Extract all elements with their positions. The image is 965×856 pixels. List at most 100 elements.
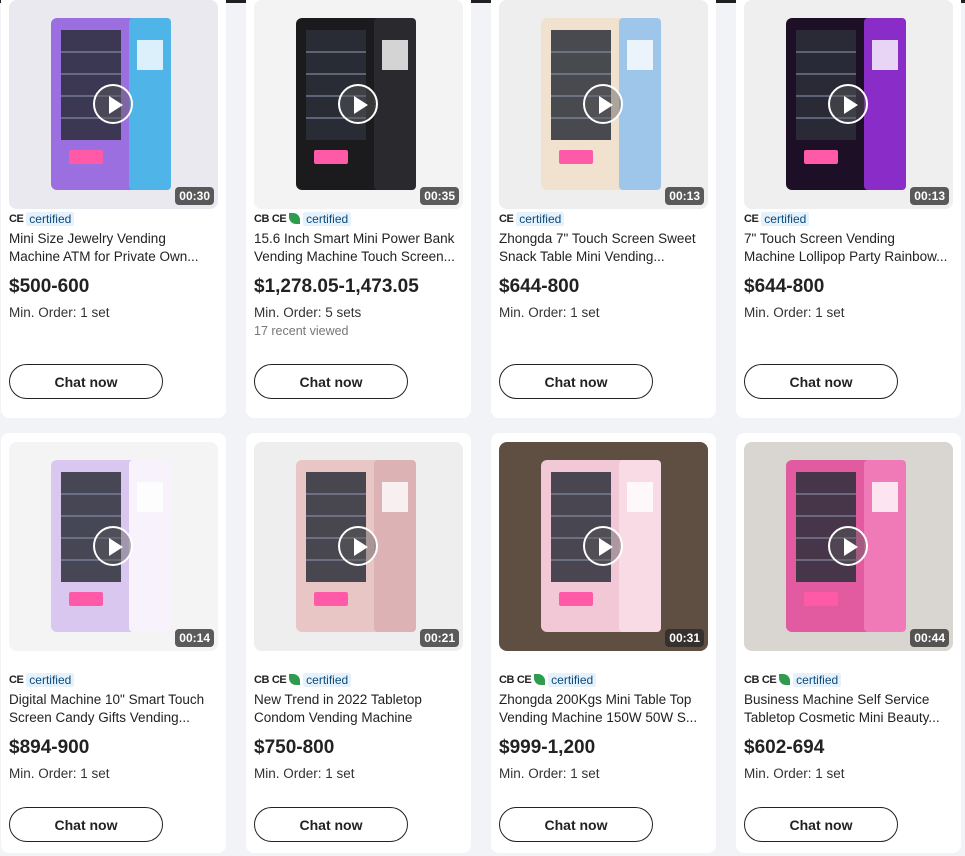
chat-now-button[interactable]: Chat now: [499, 807, 653, 842]
min-order: Min. Order: 1 set: [744, 766, 845, 781]
eco-leaf-icon: [534, 674, 546, 685]
product-card[interactable]: 00:14 CE certified Digital Machine 10" Smar…: [1, 433, 226, 853]
product-thumbnail[interactable]: 00:14: [9, 442, 218, 651]
cb-mark-icon: CB: [254, 673, 269, 686]
product-title-line1[interactable]: Zhongda 7" Touch Screen Sweet: [499, 230, 705, 248]
product-price: $602-694: [744, 737, 825, 758]
min-order: Min. Order: 1 set: [499, 766, 600, 781]
product-title[interactable]: Zhongda 200Kgs Mini Table Top Vending Mac…: [499, 691, 705, 727]
certification-badge: CE certified: [499, 211, 565, 226]
recent-viewed-count: 17 recent viewed: [254, 324, 349, 338]
product-title[interactable]: Digital Machine 10" Smart Touch Screen Ca…: [9, 691, 215, 727]
chat-now-button[interactable]: Chat now: [499, 364, 653, 399]
certified-label: certified: [548, 672, 597, 687]
certified-label: certified: [303, 211, 352, 226]
min-order: Min. Order: 1 set: [9, 766, 110, 781]
product-title[interactable]: Business Machine Self Service Tabletop Co…: [744, 691, 950, 727]
play-icon[interactable]: [828, 526, 868, 566]
product-title-line1[interactable]: 7" Touch Screen Vending: [744, 230, 950, 248]
product-title[interactable]: 7" Touch Screen Vending Machine Lollipop …: [744, 230, 950, 266]
min-order: Min. Order: 1 set: [254, 766, 355, 781]
product-card[interactable]: 00:13 CE certified Zhongda 7" Touch Screen …: [491, 0, 716, 418]
eco-leaf-icon: [289, 213, 301, 224]
product-thumbnail[interactable]: 00:31: [499, 442, 708, 651]
product-thumbnail[interactable]: 00:13: [744, 0, 953, 209]
ce-mark-icon: CE: [9, 212, 24, 225]
play-icon[interactable]: [828, 84, 868, 124]
certification-badge: CE certified: [9, 211, 75, 226]
product-title-line2[interactable]: Tabletop Cosmetic Mini Beauty...: [744, 709, 950, 727]
chat-now-button[interactable]: Chat now: [744, 807, 898, 842]
play-icon[interactable]: [583, 526, 623, 566]
ce-mark-icon: CE: [499, 212, 514, 225]
product-title-line2[interactable]: Condom Vending Machine: [254, 709, 460, 727]
product-title-line1[interactable]: New Trend in 2022 Tabletop: [254, 691, 460, 709]
product-price: $644-800: [499, 276, 580, 297]
ce-mark-icon: CE: [271, 212, 287, 225]
ce-mark-icon: CE: [744, 212, 759, 225]
product-thumbnail[interactable]: 00:44: [744, 442, 953, 651]
product-title-line2[interactable]: Machine ATM for Private Own...: [9, 248, 215, 266]
certified-label: certified: [303, 672, 352, 687]
product-price: $999-1,200: [499, 737, 596, 758]
product-price: $1,278.05-1,473.05: [254, 276, 419, 297]
product-title[interactable]: Mini Size Jewelry Vending Machine ATM for…: [9, 230, 215, 266]
certified-label: certified: [26, 672, 75, 687]
product-title-line1[interactable]: Digital Machine 10" Smart Touch: [9, 691, 215, 709]
ce-mark-icon: CE: [9, 673, 24, 686]
product-title-line1[interactable]: 15.6 Inch Smart Mini Power Bank: [254, 230, 460, 248]
chat-now-button[interactable]: Chat now: [254, 807, 408, 842]
product-title-line2[interactable]: Vending Machine 150W 50W S...: [499, 709, 705, 727]
product-title-line2[interactable]: Vending Machine Touch Screen...: [254, 248, 460, 266]
product-title-line2[interactable]: Machine Lollipop Party Rainbow...: [744, 248, 950, 266]
product-thumbnail[interactable]: 00:30: [9, 0, 218, 209]
product-title-line1[interactable]: Mini Size Jewelry Vending: [9, 230, 215, 248]
chat-now-button[interactable]: Chat now: [744, 364, 898, 399]
product-title-line2[interactable]: Screen Candy Gifts Vending...: [9, 709, 215, 727]
min-order: Min. Order: 1 set: [499, 305, 600, 320]
video-duration: 00:13: [665, 187, 704, 205]
certification-badge: CB CE certified: [254, 672, 352, 687]
eco-leaf-icon: [779, 674, 791, 685]
certified-label: certified: [26, 211, 75, 226]
certification-badge: CB CE certified: [254, 211, 352, 226]
product-thumbnail[interactable]: 00:35: [254, 0, 463, 209]
min-order: Min. Order: 5 sets: [254, 305, 362, 320]
cb-mark-icon: CB: [254, 212, 269, 225]
product-title-line1[interactable]: Business Machine Self Service: [744, 691, 950, 709]
video-duration: 00:44: [910, 629, 949, 647]
video-duration: 00:30: [175, 187, 214, 205]
cb-mark-icon: CB: [499, 673, 514, 686]
product-title[interactable]: New Trend in 2022 Tabletop Condom Vending…: [254, 691, 460, 727]
product-price: $750-800: [254, 737, 335, 758]
product-title-line2[interactable]: Snack Table Mini Vending...: [499, 248, 705, 266]
play-icon[interactable]: [338, 526, 378, 566]
product-thumbnail[interactable]: 00:21: [254, 442, 463, 651]
video-duration: 00:35: [420, 187, 459, 205]
chat-now-button[interactable]: Chat now: [254, 364, 408, 399]
certified-label: certified: [761, 211, 810, 226]
video-duration: 00:13: [910, 187, 949, 205]
chat-now-button[interactable]: Chat now: [9, 807, 163, 842]
product-title[interactable]: Zhongda 7" Touch Screen Sweet Snack Table…: [499, 230, 705, 266]
product-card[interactable]: 00:21 CB CE certified New Trend in 2022 Tabl…: [246, 433, 471, 853]
certification-badge: CE certified: [744, 211, 810, 226]
chat-now-button[interactable]: Chat now: [9, 364, 163, 399]
video-duration: 00:14: [175, 629, 214, 647]
product-price: $500-600: [9, 276, 90, 297]
min-order: Min. Order: 1 set: [9, 305, 110, 320]
play-icon[interactable]: [93, 84, 133, 124]
product-card[interactable]: 00:13 CE certified 7" Touch Screen Vending M…: [736, 0, 961, 418]
video-duration: 00:31: [665, 629, 704, 647]
product-price: $644-800: [744, 276, 825, 297]
product-title[interactable]: 15.6 Inch Smart Mini Power Bank Vending M…: [254, 230, 460, 266]
play-icon[interactable]: [583, 84, 623, 124]
play-icon[interactable]: [338, 84, 378, 124]
product-card[interactable]: 00:30 CE certified Mini Size Jewelry Vendin…: [1, 0, 226, 418]
product-card[interactable]: 00:31 CB CE certified Zhongda 200Kgs Mini Ta…: [491, 433, 716, 853]
product-title-line1[interactable]: Zhongda 200Kgs Mini Table Top: [499, 691, 705, 709]
product-card[interactable]: 00:35 CB CE certified 15.6 Inch Smart Mini P…: [246, 0, 471, 418]
product-card[interactable]: 00:44 CB CE certified Business Machine Self …: [736, 433, 961, 853]
play-icon[interactable]: [93, 526, 133, 566]
product-thumbnail[interactable]: 00:13: [499, 0, 708, 209]
